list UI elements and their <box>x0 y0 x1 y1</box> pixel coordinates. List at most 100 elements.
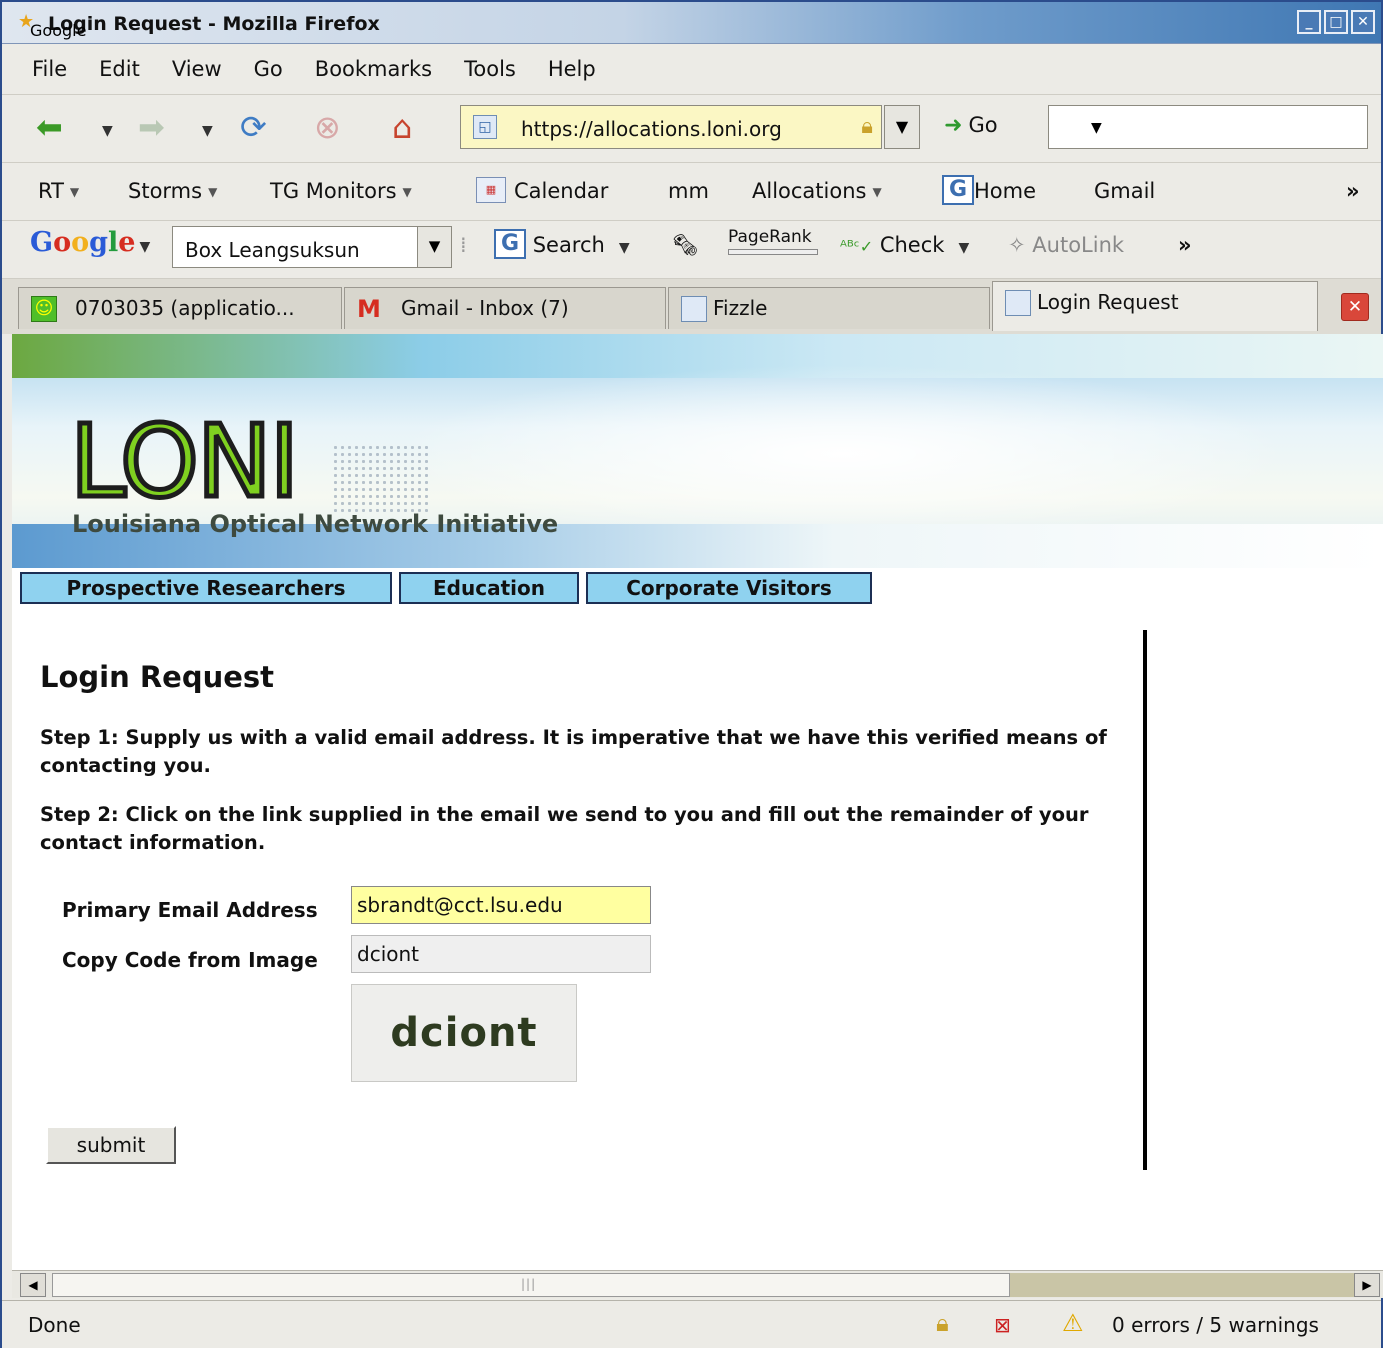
reload-icon[interactable]: ⟳ <box>240 107 267 147</box>
bookmark-gmail[interactable]: Gmail <box>1094 179 1155 203</box>
bookmark-storms-label: Storms <box>128 179 203 203</box>
menu-bar: File Edit View Go Bookmarks Tools Help <box>2 46 1381 92</box>
scrollbar-thumb[interactable]: ||| <box>52 1273 1010 1297</box>
google-g-icon: G <box>942 175 974 205</box>
menu-view[interactable]: View <box>172 57 222 81</box>
news-icon[interactable]: 🗞︎ <box>672 233 699 258</box>
close-tab-icon[interactable]: ✕ <box>1341 293 1369 321</box>
bookmark-storms[interactable]: Storms ▼ <box>128 179 217 203</box>
tab-login-request[interactable]: Login Request <box>992 281 1318 331</box>
page-content: LONI Louisiana Optical Network Initiativ… <box>12 334 1383 1270</box>
menu-edit[interactable]: Edit <box>99 57 140 81</box>
forward-history-dropdown-icon[interactable]: ▼ <box>202 123 213 139</box>
chevron-down-icon: ▼ <box>618 240 630 256</box>
submit-button[interactable]: submit <box>46 1126 176 1164</box>
spell-check-label: Check <box>879 233 945 257</box>
autolink-wand-icon: ✧ <box>1008 233 1026 257</box>
captcha-image: dciont <box>351 984 577 1082</box>
google-search-button[interactable]: G Search ▼ <box>494 229 630 259</box>
smiley-icon: ☺ <box>31 296 57 322</box>
home-icon[interactable]: ⌂ <box>392 107 412 147</box>
captcha-code-label: Copy Code from Image <box>62 948 318 972</box>
bookmark-allocations[interactable]: Allocations ▼ <box>752 179 882 203</box>
forward-arrow-icon[interactable]: ➡ <box>138 107 165 147</box>
horizontal-scrollbar[interactable]: ◀ ||| ▶ <box>12 1270 1383 1298</box>
toolbar-search-box[interactable]: ▼ <box>1048 105 1368 149</box>
maximize-button[interactable]: □ <box>1324 10 1348 34</box>
google-logo-text: Google <box>30 21 87 40</box>
nav-education[interactable]: Education <box>399 572 579 604</box>
back-arrow-icon[interactable]: ⬅ <box>36 107 63 147</box>
bookmark-calendar[interactable]: ▦ Calendar <box>476 177 609 203</box>
scroll-left-icon[interactable]: ◀ <box>20 1273 46 1297</box>
google-search-combo[interactable]: Box Leangsuksun ▼ <box>172 226 452 268</box>
tab-bar: ☺ 0703035 (applicatio... M Gmail - Inbox… <box>2 278 1381 334</box>
captcha-code-field[interactable] <box>351 935 651 973</box>
url-dropdown-button[interactable]: ▼ <box>884 105 920 149</box>
search-dropdown-icon[interactable]: ▼ <box>1091 120 1102 136</box>
url-text[interactable]: https://allocations.loni.org <box>521 117 782 141</box>
scroll-right-icon[interactable]: ▶ <box>1354 1273 1380 1297</box>
chevron-down-icon: ▼ <box>958 240 970 256</box>
blocked-popup-icon[interactable]: ⊠ <box>994 1313 1011 1337</box>
warning-icon[interactable]: ⚠ <box>1062 1309 1084 1337</box>
nav-prospective-researchers[interactable]: Prospective Researchers <box>20 572 392 604</box>
google-search-dropdown-icon[interactable]: ▼ <box>417 227 451 267</box>
menu-help[interactable]: Help <box>548 57 596 81</box>
tab-application[interactable]: ☺ 0703035 (applicatio... <box>18 287 342 329</box>
page-icon: ◱ <box>473 115 497 139</box>
calendar-icon: ▦ <box>476 177 506 203</box>
bookmark-calendar-label: Calendar <box>514 179 609 203</box>
tab-fizzle[interactable]: Fizzle <box>668 287 990 329</box>
tab-login-request-label: Login Request <box>1037 290 1179 314</box>
logo-subtitle: Louisiana Optical Network Initiative <box>72 510 559 538</box>
minimize-button[interactable]: _ <box>1297 10 1321 34</box>
step-1-text: Step 1: Supply us with a valid email add… <box>40 726 1107 777</box>
autolink-label: AutoLink <box>1032 233 1125 257</box>
title-bar[interactable]: ★ Login Request - Mozilla Firefox _ □ ✕ <box>2 2 1381 44</box>
lock-icon: 🔒︎ <box>861 114 873 139</box>
status-text: Done <box>28 1313 81 1337</box>
go-button[interactable]: ➜ Go <box>944 113 998 138</box>
navigation-toolbar: ⬅ ▼ ➡ ▼ ⟳ ⊗ ⌂ ◱ https://allocations.loni… <box>2 94 1381 160</box>
spell-check-button[interactable]: ᴬᴮᶜ✓ Check ▼ <box>840 233 969 257</box>
page-icon <box>681 296 707 322</box>
nav-corporate-visitors[interactable]: Corporate Visitors <box>586 572 872 604</box>
pagerank-label: PageRank <box>728 227 812 247</box>
bookmark-home-label: Home <box>974 179 1037 203</box>
gmail-icon: M <box>357 295 381 323</box>
bookmarks-overflow-button[interactable]: » <box>1346 179 1360 203</box>
pagerank-indicator[interactable]: PageRank <box>728 227 818 255</box>
chevron-down-icon: ▼ <box>402 185 412 199</box>
error-console-status[interactable]: 0 errors / 5 warnings <box>1112 1313 1319 1337</box>
tab-gmail[interactable]: M Gmail - Inbox (7) <box>344 287 666 329</box>
bookmark-home[interactable]: G Home <box>942 175 1037 205</box>
chevron-down-icon: ▼ <box>208 185 218 199</box>
back-history-dropdown-icon[interactable]: ▼ <box>102 123 113 139</box>
url-bar[interactable]: ◱ https://allocations.loni.org 🔒︎ <box>460 105 882 149</box>
close-window-button[interactable]: ✕ <box>1351 10 1375 34</box>
google-search-query[interactable]: Box Leangsuksun <box>185 238 360 262</box>
bookmark-rt[interactable]: RT ▼ <box>38 179 79 203</box>
google-logo[interactable]: Google ▼ <box>30 227 150 258</box>
site-banner: LONI Louisiana Optical Network Initiativ… <box>12 334 1383 568</box>
bookmark-mm[interactable]: mm <box>668 179 709 203</box>
google-toolbar-overflow-button[interactable]: » <box>1178 233 1192 257</box>
toolbar-separator-icon[interactable]: ⁞ <box>460 233 467 257</box>
autolink-button[interactable]: ✧ AutoLink <box>1008 233 1124 257</box>
content-divider <box>1143 630 1147 1170</box>
menu-bookmarks[interactable]: Bookmarks <box>315 57 432 81</box>
email-field[interactable] <box>351 886 651 924</box>
menu-tools[interactable]: Tools <box>464 57 516 81</box>
stop-icon[interactable]: ⊗ <box>314 107 341 147</box>
google-search-label: Search <box>532 233 605 257</box>
bookmark-tg-monitors[interactable]: TG Monitors ▼ <box>270 179 412 203</box>
chevron-down-icon: ▼ <box>872 185 882 199</box>
loni-logo[interactable]: LONI <box>67 409 301 514</box>
browser-window: ★ Login Request - Mozilla Firefox _ □ ✕ … <box>0 0 1383 1348</box>
chevron-down-icon: ▼ <box>69 185 80 199</box>
secure-lock-icon[interactable]: 🔒︎ <box>936 1309 949 1337</box>
scrollbar-track[interactable] <box>1010 1273 1354 1297</box>
menu-file[interactable]: File <box>32 57 67 81</box>
menu-go[interactable]: Go <box>254 57 283 81</box>
